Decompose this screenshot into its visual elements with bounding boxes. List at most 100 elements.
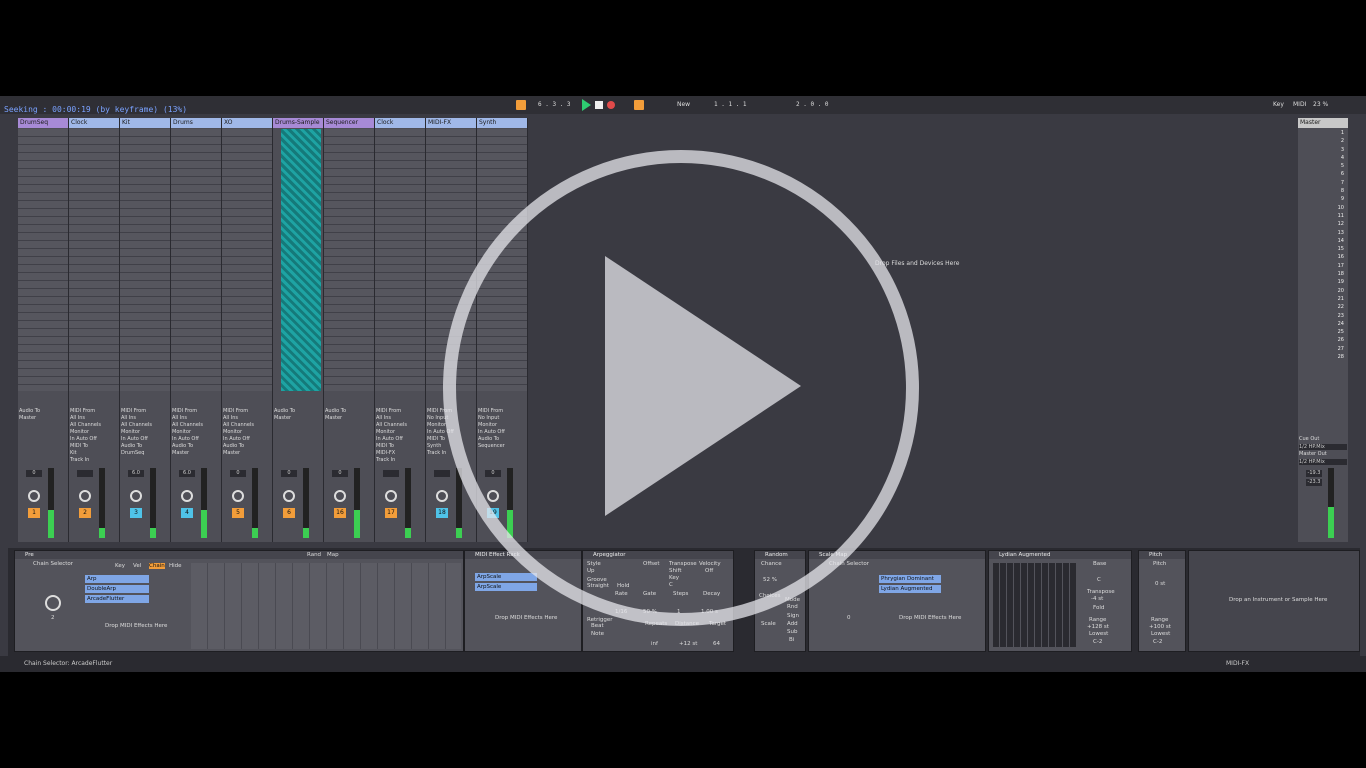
scene-launch[interactable]: 21 (1298, 295, 1348, 303)
scene-launch[interactable]: 27 (1298, 345, 1348, 353)
scene-launch[interactable]: 12 (1298, 220, 1348, 228)
io-item[interactable]: Track In (70, 457, 118, 464)
track-activator[interactable]: 16 (334, 508, 346, 518)
chain-selector-knob[interactable] (45, 595, 61, 611)
rnd-button[interactable]: Rnd (787, 604, 798, 610)
chain-phrygian[interactable]: Phrygian Dominant (879, 575, 941, 583)
scale-grid[interactable] (993, 563, 1077, 647)
clip-slots[interactable] (222, 129, 272, 391)
io-item[interactable]: MIDI-FX (376, 450, 424, 457)
master-out-select[interactable]: 1/2 HP.Mix (1299, 459, 1347, 465)
io-item[interactable]: MIDI From (376, 408, 424, 415)
track-title[interactable]: Kit (120, 118, 170, 128)
loop-start[interactable]: 1 . 1 . 1 (714, 100, 747, 110)
track-title[interactable]: Drums-Sample (273, 118, 323, 128)
io-item[interactable]: In Auto Off (376, 436, 424, 443)
chain-arcadeflutter[interactable]: ArcadeFlutter (85, 595, 149, 603)
scene-launch[interactable]: 14 (1298, 237, 1348, 245)
clip-slots[interactable] (324, 129, 374, 391)
key-button[interactable]: Key (115, 563, 125, 569)
io-item[interactable]: All Channels (121, 422, 169, 429)
clip-slots[interactable] (18, 129, 68, 391)
scene-launch[interactable]: 23 (1298, 312, 1348, 320)
track-activator[interactable]: 1 (28, 508, 40, 518)
scene-launch[interactable]: 17 (1298, 262, 1348, 270)
pitch-lowest-value[interactable]: C-2 (1153, 639, 1162, 645)
volume-field[interactable] (434, 470, 450, 477)
base-value[interactable]: C (1097, 577, 1101, 583)
io-item[interactable]: Audio To (121, 443, 169, 450)
scene-launch[interactable]: 26 (1298, 336, 1348, 344)
pitch-range-value[interactable]: +100 st (1149, 624, 1171, 630)
io-item[interactable]: Audio To (223, 443, 271, 450)
io-item[interactable]: Kit (70, 450, 118, 457)
scene-launch[interactable]: 18 (1298, 270, 1348, 278)
io-item[interactable]: Track In (376, 457, 424, 464)
track-activator[interactable]: 3 (130, 508, 142, 518)
bi-button[interactable]: Bi (789, 637, 794, 643)
io-item[interactable]: Monitor (121, 429, 169, 436)
track-activator[interactable]: 2 (79, 508, 91, 518)
follow-button[interactable] (516, 100, 526, 110)
rack-chain-2[interactable]: ArpScale (475, 583, 537, 591)
track-title[interactable]: XO (222, 118, 272, 128)
scene-launch[interactable]: 8 (1298, 187, 1348, 195)
scene-launch[interactable]: 16 (1298, 253, 1348, 261)
instrument-drop-zone[interactable]: Drop an Instrument or Sample Here (1188, 550, 1360, 652)
beat-button[interactable]: Beat (591, 623, 604, 629)
scene-launch[interactable]: 22 (1298, 303, 1348, 311)
volume-field[interactable]: 0 (332, 470, 348, 477)
lydian-lowest-value[interactable]: C-2 (1093, 639, 1102, 645)
note-button[interactable]: Note (591, 631, 604, 637)
io-item[interactable]: Master (274, 415, 322, 422)
track-activator[interactable]: 5 (232, 508, 244, 518)
distance-value[interactable]: +12 st (679, 641, 697, 647)
io-item[interactable]: Monitor (223, 429, 271, 436)
zone-editor[interactable] (191, 563, 461, 649)
track-title[interactable]: Clock (375, 118, 425, 128)
rand-button[interactable]: Rand (307, 552, 321, 558)
bar-position[interactable]: 6 . 3 . 3 (538, 100, 571, 110)
clip-slots[interactable] (120, 129, 170, 391)
volume-field[interactable]: 0 (281, 470, 297, 477)
map-button[interactable]: Map (327, 552, 339, 558)
track-activator[interactable]: 6 (283, 508, 295, 518)
scene-launch[interactable]: 4 (1298, 154, 1348, 162)
io-item[interactable]: Master (223, 450, 271, 457)
pan-knob[interactable] (181, 490, 193, 502)
new-button[interactable]: New (677, 100, 690, 110)
scene-launch[interactable]: 2 (1298, 137, 1348, 145)
pan-knob[interactable] (79, 490, 91, 502)
io-item[interactable]: Monitor (70, 429, 118, 436)
pan-knob[interactable] (130, 490, 142, 502)
io-item[interactable]: In Auto Off (223, 436, 271, 443)
chain-lydian[interactable]: Lydian Augmented (879, 585, 941, 593)
lydian-range-value[interactable]: +128 st (1087, 624, 1109, 630)
overdub-button[interactable] (634, 100, 644, 110)
cue-out-select[interactable]: 1/2 HP.Mix (1299, 444, 1347, 450)
io-item[interactable]: MIDI To (376, 443, 424, 450)
io-item[interactable]: Monitor (376, 429, 424, 436)
io-item[interactable]: All Channels (70, 422, 118, 429)
pan-knob[interactable] (28, 490, 40, 502)
fold-button[interactable]: Fold (1093, 605, 1104, 611)
rack-chain-1[interactable]: ArpScale (475, 573, 537, 581)
pan-knob[interactable] (385, 490, 397, 502)
io-item[interactable]: MIDI To (70, 443, 118, 450)
play-icon[interactable] (582, 99, 591, 111)
clip-slots[interactable] (69, 129, 119, 391)
target-value[interactable]: 64 (713, 641, 720, 647)
track-title[interactable]: Sequencer (324, 118, 374, 128)
scene-launch[interactable]: 25 (1298, 328, 1348, 336)
io-item[interactable]: All Ins (376, 415, 424, 422)
io-item[interactable]: Audio To (274, 408, 322, 415)
io-item[interactable]: MIDI From (121, 408, 169, 415)
io-item[interactable]: All Channels (223, 422, 271, 429)
stop-icon[interactable] (595, 101, 603, 109)
scene-launch[interactable]: 13 (1298, 229, 1348, 237)
track-title[interactable]: Clock (69, 118, 119, 128)
track-activator[interactable]: 18 (436, 508, 448, 518)
io-item[interactable]: Audio To (19, 408, 67, 415)
scene-launch[interactable]: 19 (1298, 278, 1348, 286)
io-item[interactable]: MIDI From (172, 408, 220, 415)
